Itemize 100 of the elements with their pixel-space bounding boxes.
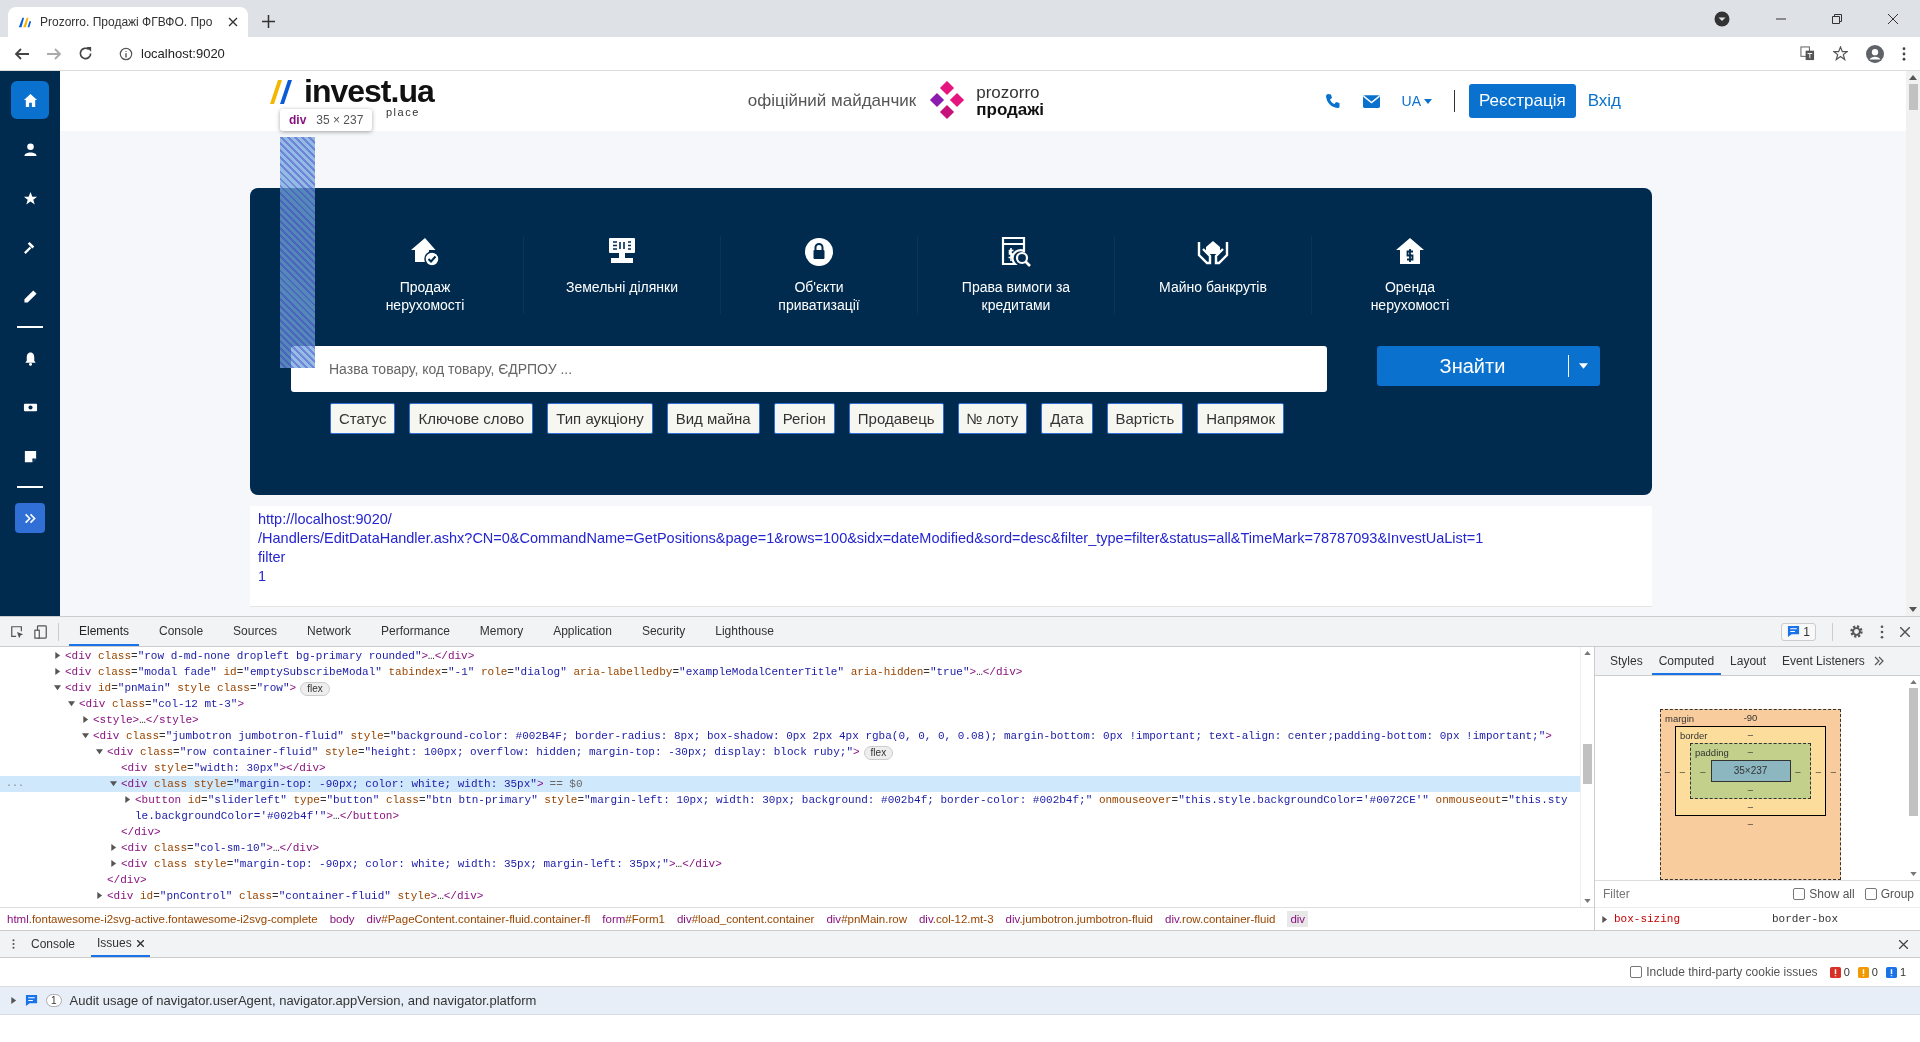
panel-tab[interactable]: Layout <box>1723 647 1774 675</box>
code-line[interactable]: <div style="width: 30px"></div> <box>121 760 326 776</box>
scrollbar[interactable] <box>1580 647 1594 907</box>
collapsed-arrow-icon[interactable] <box>124 796 131 803</box>
code-line[interactable]: <div class="modal fade" id="emptySubscribeModal" tabindex="-1" role="dialog" aria-labelledby="exampleModalCenterTitle" aria-hidden="true">…</div> <box>65 664 1023 680</box>
collapsed-arrow-icon[interactable] <box>10 997 17 1004</box>
collapsed-arrow-icon[interactable] <box>110 860 117 867</box>
code-line[interactable]: <div class style="margin-top: -90px; color: white; width: 35px; margin-left: 35px;">…</div> <box>121 856 722 872</box>
expanded-arrow-icon[interactable] <box>54 684 61 691</box>
flex-badge[interactable]: flex <box>300 682 330 696</box>
sidebar-item[interactable] <box>11 81 49 119</box>
breadcrumb[interactable]: div.col-12.mt-3 <box>918 913 994 925</box>
drawer-tab[interactable]: Console <box>25 931 82 957</box>
devtools-tab[interactable]: Lighthouse <box>705 617 784 646</box>
more-icon[interactable] <box>12 938 15 950</box>
inspect-icon[interactable] <box>10 624 24 639</box>
scroll-down-icon[interactable] <box>1909 872 1917 876</box>
browser-tab[interactable]: Prozorro. Продажі ФГВФО. Про <box>8 7 248 37</box>
language-dropdown[interactable]: UA <box>1401 93 1432 109</box>
devtools-tab[interactable]: Network <box>297 617 362 646</box>
translate-icon[interactable] <box>1800 46 1815 61</box>
category-tile[interactable]: Земельні ділянки <box>524 236 721 314</box>
code-line[interactable]: <div class="col-12 mt-3"> <box>79 696 245 712</box>
search-button[interactable]: Знайти <box>1377 346 1600 386</box>
devtools-tab[interactable]: Console <box>149 617 214 646</box>
dropdown-icon[interactable] <box>1714 10 1730 27</box>
collapsed-arrow-icon[interactable] <box>110 844 117 851</box>
code-line[interactable]: <div id="pnControl" class="container-fluid" style>…</div> <box>107 888 484 904</box>
code-line[interactable]: </div> <box>121 824 161 840</box>
collapsed-arrow-icon[interactable] <box>1601 915 1608 923</box>
checkbox[interactable]: Include third-party cookie issues <box>1630 965 1818 979</box>
back-arrow-icon[interactable] <box>14 45 30 62</box>
filter-button[interactable]: № лоту <box>957 403 1028 434</box>
close-icon[interactable] <box>1900 626 1910 637</box>
checkbox[interactable]: Show all <box>1793 887 1855 901</box>
category-tile[interactable]: Оренда нерухомості <box>1312 236 1508 314</box>
code-line[interactable]: </div> <box>107 872 147 888</box>
breadcrumb[interactable]: div#PageContent.container-fluid.container-fl <box>366 913 591 925</box>
scroll-down-icon[interactable] <box>1584 899 1591 903</box>
breadcrumb[interactable]: div.jumbotron.jumbotron-fluid <box>1005 913 1153 925</box>
filter-button[interactable]: Тип аукціону <box>547 403 653 434</box>
login-link[interactable]: Вхід <box>1587 91 1621 111</box>
code-line[interactable]: <style>…</style> <box>93 712 199 728</box>
scrollbar[interactable] <box>1906 71 1920 616</box>
close-icon[interactable] <box>136 939 144 947</box>
code-line[interactable]: <button id="sliderleft" type="button" class="btn btn-primary" style="margin-left: 10px; width: 30px; background: #002b4f; border-color: #002b4f;" onmouseover="this.style.backgroundColor='#0072CE'" onmouseout="this.style.backgroundColor='#002b4f'">…</button> <box>135 792 1570 824</box>
expanded-arrow-icon[interactable] <box>110 780 117 787</box>
drawer-tab[interactable]: Issues <box>91 931 150 957</box>
flex-badge[interactable]: flex <box>863 746 894 760</box>
scroll-up-icon[interactable] <box>1909 75 1917 80</box>
category-tile[interactable]: Об'єкти приватизації <box>721 236 918 314</box>
code-line[interactable]: <div class="row d-md-none dropleft bg-primary rounded">…</div> <box>65 648 475 664</box>
code-line[interactable]: <div class="col-sm-10">…</div> <box>121 840 320 856</box>
breadcrumb[interactable]: div#load_content.container <box>676 913 815 925</box>
devtools-tab[interactable]: Sources <box>223 617 288 646</box>
close-icon[interactable] <box>1888 13 1898 24</box>
expanded-arrow-icon[interactable] <box>68 700 75 707</box>
phone-icon[interactable] <box>1324 93 1341 109</box>
expand-button[interactable] <box>15 503 45 533</box>
expanded-arrow-icon[interactable] <box>96 748 103 755</box>
mail-icon[interactable] <box>1362 94 1380 108</box>
scroll-up-icon[interactable] <box>1584 651 1591 655</box>
devtools-tab[interactable]: Memory <box>469 617 534 646</box>
issue-count[interactable]: 1 <box>1885 966 1906 978</box>
reload-icon[interactable] <box>78 46 93 61</box>
restore-icon[interactable] <box>1832 13 1842 24</box>
issue-row[interactable]: 1 Audit usage of navigator.userAgent, navigator.appVersion, and navigator.platform <box>0 987 1920 1015</box>
collapsed-arrow-icon[interactable] <box>96 892 103 899</box>
collapsed-arrow-icon[interactable] <box>54 668 61 675</box>
devtools-tab[interactable]: Elements <box>69 617 140 646</box>
code-line[interactable]: <div id="pnMain" style class="row"> <box>65 680 297 696</box>
register-button[interactable]: Реєстрація <box>1469 84 1576 118</box>
filter-button[interactable]: Статус <box>330 403 396 434</box>
more-tabs-chevron-icon[interactable] <box>1873 656 1884 666</box>
device-icon[interactable] <box>34 624 48 639</box>
scroll-up-icon[interactable] <box>1909 680 1917 684</box>
settings-icon[interactable] <box>1849 624 1864 639</box>
breadcrumb[interactable]: div#pnMain.row <box>826 913 907 925</box>
code-line[interactable]: <div class="row container-fluid" style="height: 100px; overflow: hidden; margin-top: -30px; display: block ruby;"> <box>107 744 860 760</box>
category-tile[interactable]: Права вимоги за кредитами <box>918 236 1115 314</box>
breadcrumb[interactable]: div.row.container-fluid <box>1165 913 1276 925</box>
issues-badge[interactable]: 1 <box>1781 622 1816 641</box>
scrollbar-thumb[interactable] <box>1583 744 1592 784</box>
filter-button[interactable]: Вид майна <box>666 403 760 434</box>
filter-button[interactable]: Продавець <box>848 403 944 434</box>
filter-button[interactable]: Дата <box>1041 403 1093 434</box>
menu-icon[interactable] <box>1902 46 1906 61</box>
panel-tab[interactable]: Event Listeners <box>1775 647 1872 675</box>
search-field[interactable]: Назва товару, код товару, ЄДРПОУ ... <box>291 346 1327 392</box>
issue-count[interactable]: 0 <box>1857 966 1878 978</box>
panel-tab[interactable]: Computed <box>1651 647 1722 675</box>
category-tile[interactable]: Майно банкрутів <box>1115 236 1312 314</box>
filter-button[interactable]: Вартість <box>1106 403 1184 434</box>
code-line[interactable]: <div class="jumbotron jumbotron-fluid" style="background-color: #002B4F; border-radius: 8px; box-shadow: 0px 2px 4px rgba(0, 0, 0, 0.08); margin-bottom: 0px !important; text-align: center;padding-bottom: 0px !important;"> <box>93 728 1552 744</box>
code-line[interactable]: <div class style="margin-top: -90px; color: white; width: 35px"> <box>121 776 544 792</box>
filter-button[interactable]: Ключове слово <box>409 403 534 434</box>
issue-count[interactable]: 0 <box>1829 966 1850 978</box>
close-icon[interactable] <box>228 17 238 27</box>
filter-button[interactable]: Регіон <box>773 403 835 434</box>
profile-icon[interactable] <box>1866 44 1884 63</box>
